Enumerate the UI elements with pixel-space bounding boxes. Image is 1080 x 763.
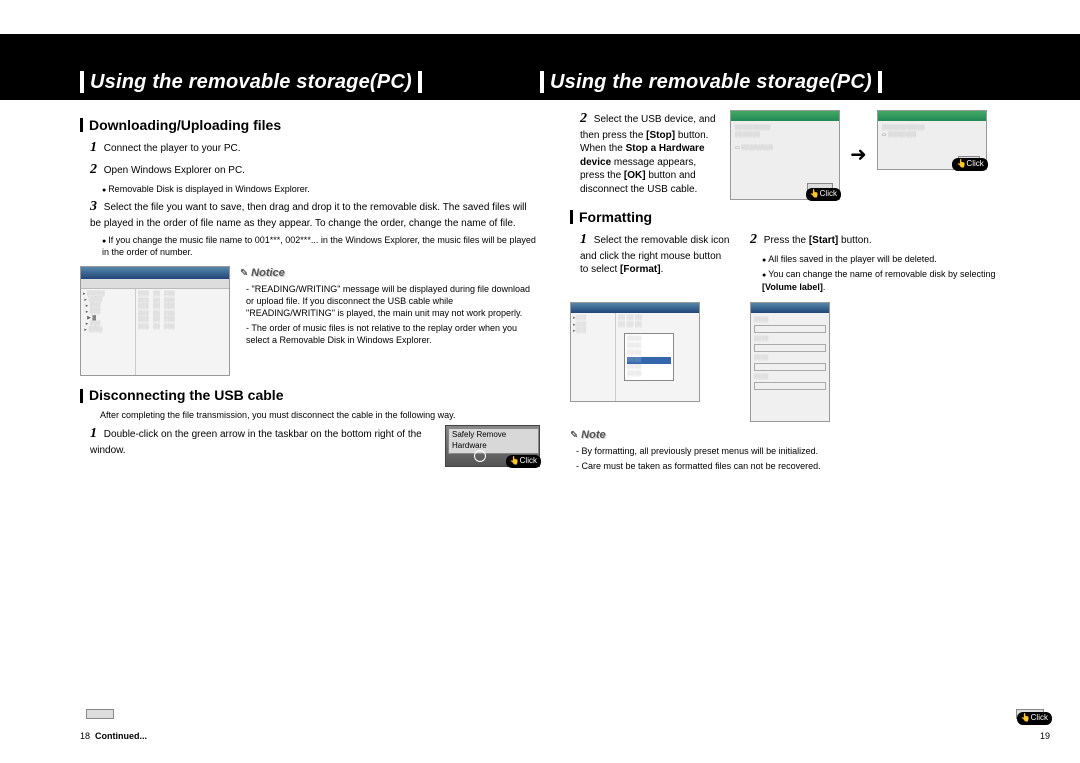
format-dialog-figure: ░░░░ ░░░░ ░░░░ ░░░░ 👆Click: [750, 302, 830, 422]
figure-titlebar: [571, 303, 699, 313]
windows-explorer-figure: ▸ ░░░░░ ▸ ░░░░ ▸ ░░░ ▸ ░░░ ▶ ▓ ▸ ░░░ ▸ ░…: [80, 266, 230, 376]
step-3-text: Select the file you want to save, then d…: [90, 202, 527, 229]
header-right: Using the removable storage(PC): [540, 70, 882, 94]
disconnect-intro: After completing the file transmission, …: [100, 409, 540, 421]
format-bullet-2: You can change the name of removable dis…: [762, 268, 1030, 293]
figure-tree-pane: ▸ ░░░░░ ▸ ░░░░ ▸ ░░░ ▸ ░░░ ▶ ▓ ▸ ░░░ ▸ ░…: [81, 289, 136, 375]
dialog-body: ░░░░░░░░░░░░░░░░░▭ ░░░░░░░░░: [731, 121, 839, 156]
stop-hardware-dialog-figure: ░░░░░░░░░░░░▭ ░░░░░░░░ 👆Click: [877, 110, 987, 170]
step-2-text: Open Windows Explorer on PC.: [104, 165, 245, 176]
note-item-2: Care must be taken as formatted files ca…: [576, 460, 1030, 472]
step-number-icon: 3: [90, 199, 97, 214]
section-title-formatting: Formatting: [570, 208, 1030, 227]
dialog-titlebar: [731, 111, 839, 121]
unplug-dialog-figure: ░░░░░░░░░░░░░░░░░▭ ░░░░░░░░░ 👆Click: [730, 110, 840, 200]
section-title-text: Disconnecting the USB cable: [89, 386, 283, 405]
section-title-disconnect: Disconnecting the USB cable: [80, 386, 540, 405]
section-bar-icon: [570, 210, 573, 224]
step-3-bullet: If you change the music file name to 001…: [102, 234, 540, 259]
manual-spread: Using the removable storage(PC) Using th…: [0, 0, 1080, 763]
step-1: 1 Connect the player to your PC.: [90, 139, 540, 158]
right-page: 2 Select the USB device, and then press …: [570, 110, 1030, 723]
step-number-icon: 2: [580, 111, 587, 126]
step-3: 3 Select the file you want to save, then…: [90, 198, 540, 230]
dialog-titlebar: [751, 303, 829, 313]
page-number-left: 18 Continued...: [80, 731, 147, 741]
note-item-1: By formatting, all previously preset men…: [576, 445, 1030, 457]
step-number-icon: 1: [90, 140, 97, 155]
right-step-2: 2 Select the USB device, and then press …: [580, 110, 720, 196]
right-step-2-text: Select the USB device, and then press th…: [580, 114, 716, 195]
click-badge: 👆Click: [1017, 712, 1052, 725]
section-title-text: Downloading/Uploading files: [89, 116, 281, 135]
format-bullet-1: All files saved in the player will be de…: [762, 253, 1030, 265]
step-2-bullet: Removable Disk is displayed in Windows E…: [102, 183, 540, 195]
figure-titlebar: [81, 267, 229, 279]
header-bar-icon: [418, 71, 422, 93]
header-left: Using the removable storage(PC): [80, 70, 422, 94]
header-left-text: Using the removable storage(PC): [90, 71, 412, 94]
note-label: ✎ Note: [570, 428, 1030, 445]
taskbar-figure: Safely Remove Hardware 👆Click: [445, 425, 540, 467]
context-menu: ░░░░░░░░░░░░░░░░░░░░░░░░: [624, 333, 674, 381]
format-step-2-text: Press the [Start] button.: [764, 235, 872, 246]
content-area: Downloading/Uploading files 1 Connect th…: [80, 110, 1050, 723]
dialog-body: ░░░░░░░░░░░░▭ ░░░░░░░░: [878, 121, 986, 143]
note-block: ✎ Note By formatting, all previously pre…: [570, 428, 1030, 472]
left-page: Downloading/Uploading files 1 Connect th…: [80, 110, 540, 723]
figure-tree-pane: ▸░░░▸░░░▸░░░: [571, 313, 616, 401]
arrow-icon: ➜: [850, 142, 867, 169]
step-number-icon: 2: [750, 232, 757, 247]
dialog-body: ░░░░ ░░░░ ░░░░ ░░░░: [751, 313, 829, 393]
step-number-icon: 1: [90, 426, 97, 441]
click-badge: 👆Click: [506, 455, 541, 468]
step-2: 2 Open Windows Explorer on PC.: [90, 161, 540, 180]
step-number-icon: 1: [580, 232, 587, 247]
green-arrow-icon: [474, 450, 486, 462]
header-bar-icon: [878, 71, 882, 93]
header-bar-icon: [540, 71, 544, 93]
notice-item-2: The order of music files is not relative…: [246, 322, 540, 346]
notice-label: ✎ Notice: [240, 266, 540, 283]
format-start-button: [86, 709, 114, 719]
header-right-text: Using the removable storage(PC): [550, 71, 872, 94]
figure-file-list: ░░ ░░ ░░░░ ░░ ░░ ░░░░░░░░░░░░░░░░░░░░░░░…: [616, 313, 699, 401]
figure-toolbar: [81, 279, 229, 289]
safely-remove-tooltip: Safely Remove Hardware: [448, 428, 539, 454]
click-badge: 👆Click: [952, 158, 987, 171]
page-number-right: 19: [1040, 731, 1050, 741]
step-1-text: Connect the player to your PC.: [104, 143, 241, 154]
format-step-2: 2 Press the [Start] button.: [750, 231, 1030, 250]
format-step-1: 1 Select the removable disk icon and cli…: [580, 231, 730, 277]
format-step-1-text: Select the removable disk icon and click…: [580, 235, 729, 275]
section-bar-icon: [80, 118, 83, 132]
disconnect-step-1: 1 Double-click on the green arrow in the…: [90, 425, 435, 457]
header-bar-icon: [80, 71, 84, 93]
dialog-titlebar: [878, 111, 986, 121]
disconnect-step-1-text: Double-click on the green arrow in the t…: [90, 429, 422, 456]
step-number-icon: 2: [90, 162, 97, 177]
section-bar-icon: [80, 389, 83, 403]
notice-item-1: "READING/WRITING" message will be displa…: [246, 283, 540, 319]
figure-file-list: ░░░ ░░ ░░░░░░ ░░ ░░░░░░ ░░ ░░░░░░ ░░ ░░░…: [136, 289, 229, 375]
click-badge: 👆Click: [806, 188, 841, 201]
section-title-downloading: Downloading/Uploading files: [80, 116, 540, 135]
section-title-text: Formatting: [579, 208, 652, 227]
explorer-context-menu-figure: ▸░░░▸░░░▸░░░ ░░ ░░ ░░░░ ░░ ░░ ░░░░░░░░░░…: [570, 302, 700, 402]
